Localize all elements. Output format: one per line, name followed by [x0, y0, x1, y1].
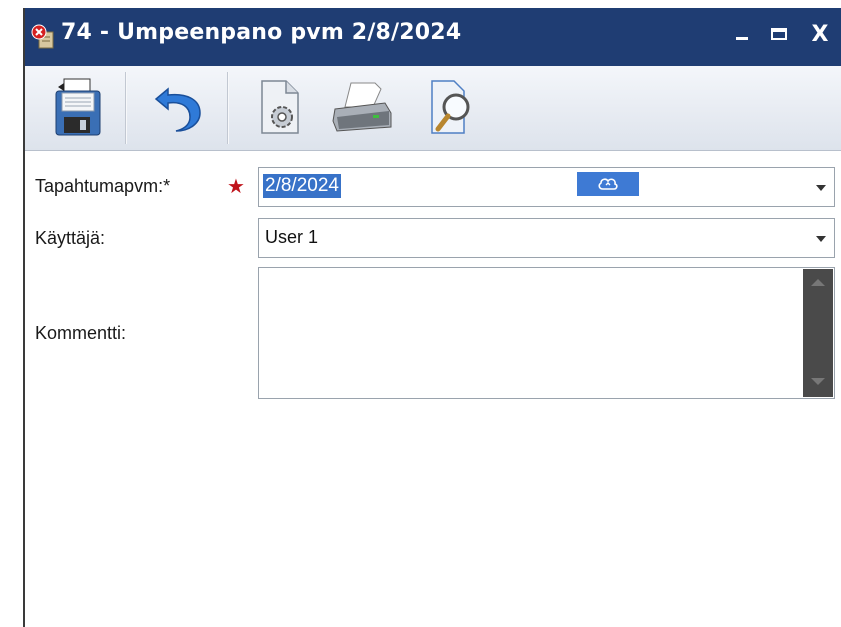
settings-button[interactable] [245, 74, 315, 140]
undo-button[interactable] [143, 74, 213, 140]
background-window-strip [0, 0, 841, 8]
user-label: Käyttäjä: [35, 228, 106, 248]
magnifier-document-icon [431, 80, 470, 134]
toolbar-separator [227, 72, 229, 144]
scroll-up-icon[interactable] [811, 279, 825, 286]
cloud-sync-icon [598, 178, 618, 190]
required-marker: ★ [227, 174, 245, 198]
comment-scrollbar[interactable] [803, 269, 833, 397]
undo-icon [154, 87, 201, 132]
maximize-button[interactable] [764, 20, 794, 50]
minimize-button[interactable] [727, 20, 757, 50]
toolbar-separator [125, 72, 127, 144]
user-value: User 1 [265, 227, 319, 247]
date-combo[interactable]: 2/8/2024 [258, 167, 835, 207]
form-area: Tapahtumapvm:* ★ 2/8/2024 Käyttäjä: User… [25, 151, 841, 627]
title-bar[interactable]: 74 - Umpeenpano pvm 2/8/2024 X [25, 8, 841, 66]
document-gear-icon [261, 80, 299, 134]
comment-label: Kommentti: [35, 323, 127, 343]
scroll-down-icon[interactable] [811, 378, 825, 385]
minimize-icon [736, 37, 748, 40]
date-value[interactable]: 2/8/2024 [263, 174, 341, 198]
dialog-window: 74 - Umpeenpano pvm 2/8/2024 X Tapahtuma… [23, 8, 841, 627]
app-error-icon [31, 24, 57, 50]
save-icon [55, 78, 101, 136]
comment-textarea[interactable] [258, 267, 835, 399]
maximize-icon [771, 28, 787, 40]
chevron-down-icon[interactable] [816, 185, 826, 191]
save-button[interactable] [43, 74, 113, 140]
printer-icon [332, 82, 392, 132]
chevron-down-icon[interactable] [816, 236, 826, 242]
preview-button[interactable] [415, 74, 485, 140]
print-button[interactable] [327, 74, 397, 140]
toolbar [25, 66, 841, 151]
user-combo[interactable]: User 1 [258, 218, 835, 258]
date-label: Tapahtumapvm:* [35, 176, 171, 196]
window-title: 74 - Umpeenpano pvm 2/8/2024 [61, 20, 462, 45]
cloud-sync-button[interactable] [577, 172, 639, 196]
background-left-edge [0, 0, 23, 627]
close-button[interactable]: X [805, 20, 835, 50]
